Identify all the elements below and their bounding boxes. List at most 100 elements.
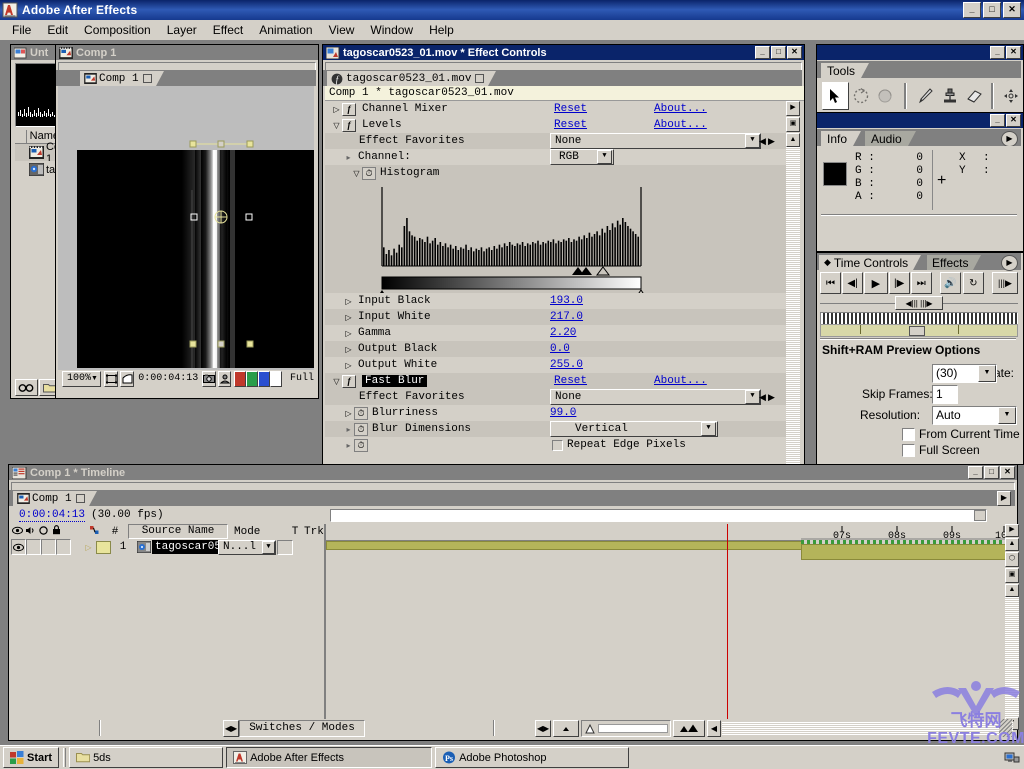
histogram-graph[interactable] — [325, 181, 786, 293]
row-twirl-icon[interactable]: ▷ — [83, 543, 94, 552]
timeline-layer-bar[interactable] — [801, 544, 1007, 560]
twirl-icon[interactable]: ▷ — [343, 297, 354, 306]
effect-icon[interactable]: f — [342, 374, 356, 388]
table-row[interactable]: ▷ 1 tagoscar05... N...l ▼ — [11, 539, 324, 556]
timeline-options-button[interactable]: ▣ — [1005, 568, 1019, 583]
timeline-nav-right-button[interactable]: ▶ — [1005, 524, 1019, 537]
work-area-bar[interactable] — [820, 324, 1018, 337]
blur-dimensions-dropdown[interactable]: Vertical ▼ — [550, 421, 718, 437]
twirl-icon[interactable]: ▸ — [343, 153, 354, 162]
favorites-prev-icon[interactable]: ◀ — [759, 392, 766, 403]
param-value[interactable]: 217.0 — [550, 311, 583, 323]
timeline-scroll-thumb-right[interactable] — [974, 510, 986, 521]
time-indicator-thumb[interactable] — [909, 326, 926, 336]
param-row-output-white[interactable]: ▷ Output White 255.0 — [325, 357, 786, 373]
blue-channel-button[interactable] — [258, 370, 270, 387]
green-channel-button[interactable] — [246, 370, 258, 387]
alpha-channel-button[interactable] — [270, 370, 282, 387]
scroll-menu-button[interactable]: ▶ — [786, 101, 800, 116]
column-header-index[interactable]: # — [102, 526, 128, 538]
selection-tool[interactable] — [822, 82, 849, 110]
timeline-layer-area[interactable] — [11, 555, 324, 681]
param-value[interactable]: 193.0 — [550, 295, 583, 307]
taskbar-button-after-effects[interactable]: Adobe After Effects — [226, 747, 433, 768]
timeline-scroll-track[interactable] — [1005, 597, 1019, 717]
twirl-icon[interactable]: ▷ — [343, 313, 354, 322]
param-value[interactable]: 2.20 — [550, 327, 576, 339]
row-lock-toggle[interactable] — [56, 539, 71, 555]
tools-row[interactable] — [819, 78, 1022, 114]
close-button[interactable]: ✕ — [1006, 46, 1021, 59]
field-frame-rate[interactable]: Frame Rate: (30) ▼ — [822, 363, 1024, 383]
param-value[interactable]: 255.0 — [550, 359, 583, 371]
timeline-graph-right[interactable]: 07s 08s 09s 10s ▶ ▲ ⬡ ▣ ▲ ▼ — [801, 524, 1019, 730]
channel-buttons[interactable] — [234, 370, 282, 387]
taskbar-button-photoshop[interactable]: Ps Adobe Photoshop — [435, 747, 630, 768]
timeline-comp-flowchart-button[interactable]: ⬡ — [1005, 552, 1019, 567]
close-button[interactable]: ✕ — [1000, 466, 1015, 479]
timeline-horizontal-scroll[interactable] — [330, 509, 987, 522]
timeline-expand-toggle[interactable]: ◀▶ — [535, 719, 551, 737]
effect-row-channel-mixer[interactable]: ▷ f Channel Mixer Reset About... — [325, 101, 786, 117]
stopwatch-icon[interactable]: ⏱ — [362, 166, 376, 180]
tab-menu-icon[interactable] — [142, 74, 152, 83]
time-zoom-slider[interactable]: ◀||| |||▶ — [820, 296, 1018, 310]
row-label-color[interactable] — [96, 540, 111, 554]
histogram-widget[interactable] — [325, 181, 786, 293]
timeline-current-time[interactable]: 0:00:04:13 — [19, 509, 86, 522]
param-row-output-black[interactable]: ▷ Output Black 0.0 — [325, 341, 786, 357]
maximize-button[interactable]: □ — [984, 466, 999, 479]
param-row-effect-favorites[interactable]: Effect Favorites None ▼ ◀ ▶ — [325, 133, 786, 149]
shy-icon[interactable] — [86, 525, 102, 538]
timeline-tab[interactable]: Comp 1 — [13, 491, 97, 506]
effect-name[interactable]: Levels — [362, 119, 402, 131]
zoom-dropdown[interactable]: 100% ▼ — [62, 370, 101, 387]
tab-info[interactable]: Info — [821, 131, 862, 146]
eraser-tool[interactable] — [962, 83, 987, 109]
checkbox-from-current-time[interactable]: From Current Time — [902, 427, 1020, 441]
zoom-out-timeline-button[interactable] — [553, 719, 579, 737]
stopwatch-icon[interactable]: ⏱ — [354, 422, 368, 436]
effect-controls-tab[interactable]: f tagoscar0523_01.mov — [327, 71, 497, 86]
param-row-repeat-edge-pixels[interactable]: ▸ ⏱ Repeat Edge Pixels — [325, 437, 786, 453]
effect-name[interactable]: Channel Mixer — [362, 103, 448, 115]
timeline-layer-area-lower[interactable] — [11, 681, 324, 719]
timeline-graph-empty[interactable] — [801, 560, 1005, 718]
transport-row[interactable]: ⏮ ◀| ▶ |▶ ⏭ 🔊 ↻ |||▶ — [820, 272, 1019, 294]
effect-row-levels[interactable]: ▽ f Levels Reset About... — [325, 117, 786, 133]
favorites-prev-icon[interactable]: ◀ — [759, 136, 766, 147]
resolution-value[interactable]: Full — [290, 373, 314, 384]
param-value[interactable]: 99.0 — [550, 407, 576, 419]
twirl-icon[interactable]: ▽ — [331, 121, 342, 130]
row-solo-toggle[interactable] — [41, 539, 56, 555]
checkbox-full-screen[interactable]: Full Screen — [902, 443, 980, 457]
audio-icon[interactable]: 🔊 — [939, 272, 961, 294]
clone-stamp-tool[interactable] — [937, 83, 962, 109]
tab-effects[interactable]: Effects — [927, 255, 982, 270]
minimize-button[interactable]: _ — [963, 2, 981, 18]
tools-panel[interactable]: _ ✕ Tools — [816, 44, 1024, 118]
field-resolution[interactable]: Resolution: Auto ▼ — [822, 405, 1018, 425]
time-zoom-thumb[interactable]: ◀||| |||▶ — [895, 296, 943, 310]
scroll-up-button[interactable]: ▲ — [786, 133, 800, 147]
eye-icon[interactable] — [11, 526, 24, 538]
minimize-button[interactable]: _ — [755, 46, 770, 59]
timeline-bottom-track[interactable] — [722, 720, 1013, 736]
column-header-mode[interactable]: Mode — [228, 526, 286, 538]
toggle-transparency-grid-icon[interactable] — [120, 370, 135, 387]
close-button[interactable]: ✕ — [787, 46, 802, 59]
minimize-button[interactable]: _ — [990, 46, 1005, 59]
panel-menu-icon[interactable]: ▶ — [1001, 131, 1018, 147]
maximize-button[interactable]: □ — [771, 46, 786, 59]
twirl-icon[interactable]: ▷ — [343, 409, 354, 418]
effect-row-fast-blur[interactable]: ▽ f Fast Blur Reset About... — [325, 373, 786, 389]
current-time-indicator[interactable] — [727, 524, 728, 719]
twirl-icon[interactable]: ▷ — [343, 361, 354, 370]
play-button[interactable]: ▶ — [864, 272, 888, 294]
effect-icon[interactable]: f — [342, 102, 356, 116]
reset-link[interactable]: Reset — [554, 103, 587, 115]
frame-rate-dropdown-arrow[interactable]: ▼ — [978, 364, 996, 382]
tab-menu-icon[interactable] — [475, 74, 485, 83]
loop-icon[interactable]: ↻ — [962, 272, 984, 294]
paint-brush-tool[interactable] — [913, 83, 938, 109]
